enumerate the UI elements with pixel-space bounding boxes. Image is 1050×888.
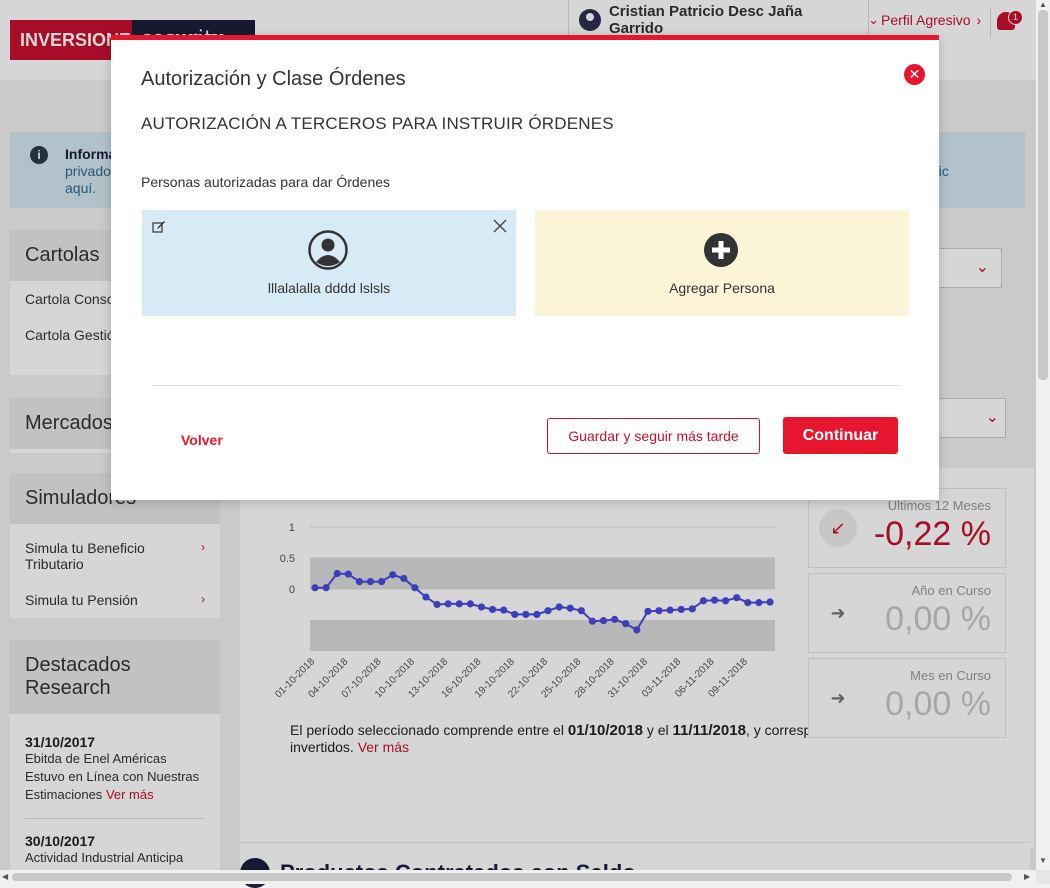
scrollbar-corner (1036, 870, 1050, 884)
save-later-button[interactable]: Guardar y seguir más tarde (547, 418, 760, 454)
scroll-left-icon[interactable]: ◀ (2, 872, 8, 881)
modal-subtitle: AUTORIZACIÓN A TERCEROS PARA INSTRUIR ÓR… (141, 114, 614, 133)
authorized-persons-label: Personas autorizadas para dar Órdenes (141, 174, 391, 190)
add-person-label: Agregar Persona (669, 280, 775, 296)
scroll-up-icon[interactable]: ▲ (1039, 0, 1047, 9)
authorization-modal: Autorización y Clase Órdenes ✕ AUTORIZAC… (111, 35, 939, 500)
user-circle-icon (308, 230, 348, 270)
close-icon[interactable]: ✕ (904, 64, 925, 85)
vertical-scroll-thumb[interactable] (1038, 10, 1048, 380)
horizontal-scroll-thumb[interactable] (12, 873, 1012, 881)
plus-circle-icon (704, 233, 738, 267)
continue-button[interactable]: Continuar (783, 417, 898, 454)
modal-title: Autorización y Clase Órdenes (141, 68, 406, 90)
edit-icon[interactable] (152, 220, 166, 234)
scroll-down-icon[interactable]: ▼ (1039, 856, 1047, 865)
authorized-person-card[interactable]: lllalalalla dddd lslsls (142, 210, 516, 316)
back-button[interactable]: Volver (181, 432, 223, 448)
remove-person-icon[interactable] (492, 218, 508, 234)
horizontal-scrollbar[interactable]: ◀ ▶ (0, 870, 1036, 884)
authorized-person-name: lllalalalla dddd lslsls (267, 280, 391, 296)
scroll-right-icon[interactable]: ▶ (1024, 872, 1030, 881)
vertical-scrollbar[interactable]: ▲ ▼ (1036, 0, 1050, 870)
add-person-card[interactable]: Agregar Persona (535, 210, 909, 316)
modal-divider (152, 385, 900, 386)
